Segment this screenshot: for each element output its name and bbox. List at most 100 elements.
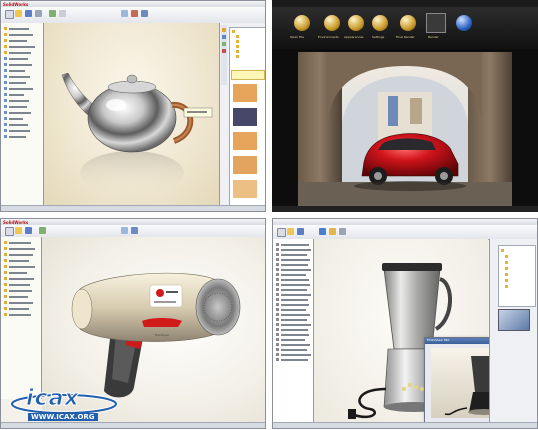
tree-item[interactable] xyxy=(4,301,34,305)
tree-item[interactable] xyxy=(4,283,34,287)
tree-item[interactable] xyxy=(276,308,306,312)
settings-button[interactable] xyxy=(372,15,388,31)
tree-item[interactable] xyxy=(4,313,34,317)
appearance-preview[interactable] xyxy=(498,309,530,331)
tree-item[interactable] xyxy=(4,241,34,245)
tree-item[interactable] xyxy=(4,289,34,293)
tree-item[interactable] xyxy=(4,81,34,85)
tree-item[interactable] xyxy=(276,278,309,282)
render-icon[interactable] xyxy=(329,228,336,235)
part-icon xyxy=(276,243,279,246)
tree-item[interactable] xyxy=(4,27,34,31)
tree-item[interactable] xyxy=(4,75,34,79)
tree-item[interactable] xyxy=(4,265,35,269)
tree-item[interactable] xyxy=(276,273,306,277)
zoom-icon[interactable] xyxy=(121,227,128,234)
graphics-area[interactable] xyxy=(44,23,219,207)
tree-item[interactable] xyxy=(4,45,35,49)
tree-item[interactable] xyxy=(4,295,34,299)
tree-item[interactable] xyxy=(4,93,34,97)
material-swatch[interactable] xyxy=(233,132,257,150)
open-icon[interactable] xyxy=(287,228,294,235)
tree-item[interactable] xyxy=(4,111,34,115)
tree-item[interactable] xyxy=(276,243,309,247)
new-icon[interactable] xyxy=(277,228,286,237)
tree-item[interactable] xyxy=(4,259,34,263)
tree-item[interactable] xyxy=(4,51,34,55)
tree-item[interactable] xyxy=(276,353,311,357)
tree-item[interactable] xyxy=(276,258,310,262)
tree-item[interactable] xyxy=(276,313,310,317)
tree-item[interactable] xyxy=(4,247,35,251)
part-icon xyxy=(276,338,279,341)
view-icon[interactable] xyxy=(141,10,148,17)
tree-item[interactable] xyxy=(276,343,310,347)
open-file-button[interactable] xyxy=(294,15,310,31)
view-icon[interactable] xyxy=(131,227,138,234)
tree-item[interactable] xyxy=(276,253,307,257)
render-button[interactable] xyxy=(426,13,446,33)
tree-item[interactable] xyxy=(276,328,308,332)
tree-item[interactable] xyxy=(276,348,307,352)
rotate-icon[interactable] xyxy=(131,10,138,17)
tree-item[interactable] xyxy=(4,123,34,127)
render-viewport[interactable] xyxy=(298,52,512,206)
tree-item[interactable] xyxy=(276,303,309,307)
tree-item[interactable] xyxy=(4,63,34,67)
tree-item[interactable] xyxy=(276,333,309,337)
new-icon[interactable] xyxy=(5,227,14,236)
open-icon[interactable] xyxy=(15,227,22,234)
environments-button[interactable] xyxy=(324,15,340,31)
tree-item[interactable] xyxy=(4,105,34,109)
tree-item[interactable] xyxy=(4,253,34,257)
print-icon[interactable] xyxy=(35,10,42,17)
options-icon[interactable] xyxy=(339,228,346,235)
tab-icon[interactable] xyxy=(222,42,226,46)
tree-item[interactable] xyxy=(276,298,308,302)
tree-item[interactable] xyxy=(4,87,34,91)
tree-item[interactable] xyxy=(276,323,311,327)
save-button[interactable] xyxy=(456,15,472,31)
tree-item[interactable] xyxy=(276,288,307,292)
tab-icon[interactable] xyxy=(222,49,226,53)
tree-item[interactable] xyxy=(4,271,34,275)
options-icon[interactable] xyxy=(59,10,66,17)
tree-item[interactable] xyxy=(276,283,310,287)
tree-item[interactable] xyxy=(4,57,34,61)
material-swatch[interactable] xyxy=(233,108,257,126)
tree-item[interactable] xyxy=(4,129,34,133)
graphics-area[interactable]: PhotoView 360 xyxy=(314,239,536,423)
material-swatch[interactable] xyxy=(233,156,257,174)
zoom-icon[interactable] xyxy=(121,10,128,17)
tree-item[interactable] xyxy=(276,248,311,252)
save-icon[interactable] xyxy=(25,10,32,17)
final-render-button[interactable] xyxy=(400,15,416,31)
new-icon[interactable] xyxy=(5,10,14,19)
tree-item[interactable] xyxy=(4,99,34,103)
material-swatch[interactable] xyxy=(233,180,257,198)
open-icon[interactable] xyxy=(15,10,22,17)
tree-item[interactable] xyxy=(4,307,34,311)
save-icon[interactable] xyxy=(297,228,304,235)
feature-icon xyxy=(4,123,7,126)
appearances-button[interactable] xyxy=(348,15,364,31)
tree-item[interactable] xyxy=(4,135,34,139)
photoview-icon[interactable] xyxy=(319,228,326,235)
save-icon[interactable] xyxy=(25,227,32,234)
tree-item[interactable] xyxy=(4,39,34,43)
tab-icon[interactable] xyxy=(222,28,226,32)
tree-item[interactable] xyxy=(276,268,311,272)
tree-item[interactable] xyxy=(4,117,34,121)
rebuild-icon[interactable] xyxy=(49,10,56,17)
tree-item[interactable] xyxy=(4,277,34,281)
tree-item[interactable] xyxy=(276,263,308,267)
tree-item[interactable] xyxy=(4,69,34,73)
rebuild-icon[interactable] xyxy=(39,227,46,234)
tree-item[interactable] xyxy=(4,33,34,37)
material-swatch[interactable] xyxy=(233,84,257,102)
tree-item[interactable] xyxy=(276,293,311,297)
tree-item[interactable] xyxy=(276,318,307,322)
tree-item[interactable] xyxy=(276,338,306,342)
tree-item[interactable] xyxy=(276,358,308,362)
tab-icon[interactable] xyxy=(222,35,226,39)
